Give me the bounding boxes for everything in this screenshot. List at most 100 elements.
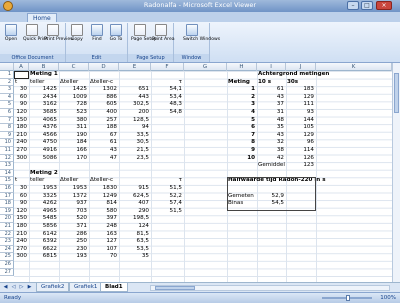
cell[interactable]: 94	[120, 124, 149, 132]
page-setup-button[interactable]: Page Setup	[131, 24, 157, 50]
cell[interactable]: 144	[287, 117, 314, 125]
cell[interactable]: 4750	[30, 139, 57, 147]
sheet-tab-grafiek2[interactable]: Grafiek2	[36, 283, 70, 292]
row-header[interactable]: 1	[0, 71, 14, 79]
cell[interactable]: 814	[90, 200, 117, 208]
cell[interactable]: 380	[60, 117, 87, 125]
column-label[interactable]: τ	[152, 79, 182, 87]
cell[interactable]	[152, 253, 182, 261]
cell[interactable]: 111	[287, 101, 314, 109]
cell[interactable]: 4	[228, 109, 255, 117]
cell[interactable]: 127	[90, 238, 117, 246]
row-header[interactable]: 16	[0, 185, 14, 193]
cell[interactable]: 35	[258, 124, 284, 132]
row-header[interactable]: 4	[0, 93, 14, 102]
row-header[interactable]: 5	[0, 101, 14, 109]
cell[interactable]: 70	[90, 253, 117, 261]
row-header[interactable]: 26	[0, 261, 14, 269]
cell[interactable]: 38	[258, 147, 284, 155]
cell[interactable]: 170	[60, 155, 87, 163]
cell[interactable]: 5485	[30, 215, 57, 223]
column-header[interactable]: B	[29, 63, 59, 71]
cell[interactable]: 407	[120, 200, 149, 208]
select-all-corner[interactable]	[0, 63, 14, 71]
cell[interactable]: 107	[90, 246, 117, 254]
cell[interactable]: 1302	[90, 86, 117, 94]
cell[interactable]: 300	[15, 253, 27, 261]
zoom-knob[interactable]	[346, 295, 350, 301]
cell[interactable]	[152, 155, 182, 163]
cell[interactable]: 210	[15, 132, 27, 140]
cell[interactable]: 10	[228, 155, 255, 163]
cell[interactable]	[152, 231, 182, 239]
cell[interactable]: 523	[60, 109, 87, 117]
cell[interactable]: 1953	[60, 185, 87, 193]
row-header[interactable]: 9	[0, 131, 14, 140]
cell[interactable]: 300	[15, 155, 27, 163]
cell[interactable]	[152, 147, 182, 155]
cell[interactable]: 1	[228, 86, 255, 94]
cell[interactable]: 8	[228, 139, 255, 147]
cell[interactable]: 61	[90, 139, 117, 147]
copy-button[interactable]: Copy	[68, 24, 86, 50]
cell[interactable]: 53,5	[120, 246, 149, 254]
row-header[interactable]: 18	[0, 200, 14, 208]
column-label[interactable]	[120, 177, 149, 185]
cell[interactable]: 520	[60, 215, 87, 223]
office-button[interactable]	[3, 1, 13, 11]
cell[interactable]: 180	[15, 124, 27, 132]
cell[interactable]: 198,5	[120, 215, 149, 223]
column-header[interactable]: J	[286, 63, 316, 71]
cell[interactable]: 114	[287, 147, 314, 155]
cell[interactable]: 5	[228, 117, 255, 125]
minimize-button[interactable]: –	[347, 1, 359, 10]
row-header[interactable]: 17	[0, 192, 14, 201]
cell[interactable]: 3685	[30, 109, 57, 117]
cell[interactable]: 51,5	[152, 208, 182, 216]
cell[interactable]	[152, 124, 182, 132]
cell[interactable]: 188	[90, 124, 117, 132]
row-header[interactable]: 6	[0, 109, 14, 117]
section-title[interactable]: Achtergrond metingen	[258, 71, 335, 79]
cell[interactable]: 183	[287, 86, 314, 94]
cell[interactable]: 35	[120, 253, 149, 261]
horizontal-scrollbar[interactable]	[150, 285, 390, 291]
close-button[interactable]: ×	[376, 1, 392, 10]
cell[interactable]	[152, 132, 182, 140]
row-header[interactable]: 21	[0, 223, 14, 231]
switch-windows-button[interactable]: Switch Windows	[183, 24, 220, 50]
scroll-thumb[interactable]	[155, 286, 195, 290]
cell[interactable]: 163	[90, 231, 117, 239]
cell[interactable]: 32	[258, 139, 284, 147]
cell[interactable]: 1425	[30, 86, 57, 94]
column-label[interactable]: teller	[30, 79, 57, 87]
cell[interactable]: 105	[287, 124, 314, 132]
cell[interactable]: 129	[287, 94, 314, 102]
cell[interactable]: 728	[60, 101, 87, 109]
cell[interactable]: 6142	[30, 231, 57, 239]
cell[interactable]: 7	[228, 132, 255, 140]
cell[interactable]	[152, 139, 182, 147]
cell[interactable]: 9	[228, 147, 255, 155]
cell[interactable]: 915	[120, 185, 149, 193]
cell[interactable]: 60	[15, 94, 27, 102]
first-sheet-icon[interactable]: ◀	[2, 284, 9, 291]
cell[interactable]: 270	[15, 246, 27, 254]
cell[interactable]: 90	[15, 101, 27, 109]
cell[interactable]: 250	[60, 238, 87, 246]
cell[interactable]: 51,5	[152, 185, 182, 193]
cell[interactable]: 4965	[30, 208, 57, 216]
cell[interactable]: 937	[60, 200, 87, 208]
go-to-button[interactable]: Go To	[107, 24, 125, 50]
quick-print-button[interactable]: Quick Print	[23, 24, 48, 50]
cell[interactable]: 123	[287, 162, 314, 170]
cell[interactable]: 443	[120, 94, 149, 102]
cell[interactable]: 4262	[30, 200, 57, 208]
column-header[interactable]: E	[119, 63, 151, 71]
cell[interactable]: 286	[60, 231, 87, 239]
cell[interactable]: 129	[287, 132, 314, 140]
cell[interactable]: 166	[60, 147, 87, 155]
cell[interactable]: 240	[15, 238, 27, 246]
cell[interactable]: 90	[15, 200, 27, 208]
cell[interactable]: 2	[228, 94, 255, 102]
